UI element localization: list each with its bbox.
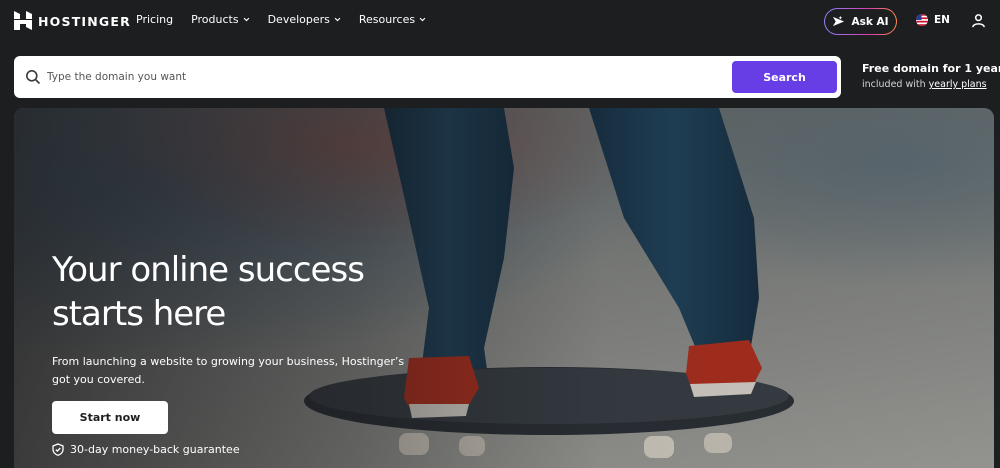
money-back-guarantee: 30-day money-back guarantee: [52, 443, 240, 456]
menu-item-developers[interactable]: Developers: [268, 13, 341, 26]
menu-item-label: Developers: [267, 13, 330, 26]
top-navigation: HOSTINGER Pricing Products Developers Re…: [0, 0, 1000, 42]
hero-title: Your online success starts here: [52, 248, 492, 336]
guarantee-text: 30-day money-back guarantee: [70, 443, 240, 456]
promo-subtitle: included with yearly plans: [862, 79, 994, 90]
sparkle-icon: [833, 15, 845, 27]
free-domain-promo: Free domain for 1 year included with yea…: [862, 62, 1000, 90]
us-flag-icon: [916, 14, 928, 26]
ask-ai-label: Ask AI: [851, 15, 889, 28]
account-icon[interactable]: [971, 13, 986, 28]
menu-item-products[interactable]: Products: [191, 13, 250, 26]
language-label: EN: [934, 14, 950, 26]
menu-item-label: Pricing: [136, 13, 174, 26]
yearly-plans-link[interactable]: yearly plans: [929, 79, 987, 90]
hero-title-line-1: Your online success: [52, 250, 365, 290]
menu-item-label: Resources: [358, 13, 416, 26]
hero-title-line-2: starts here: [52, 294, 226, 334]
menu-item-pricing[interactable]: Pricing: [136, 13, 173, 26]
brand-name: HOSTINGER: [38, 13, 131, 29]
search-icon: [26, 70, 41, 85]
promo-title: Free domain for 1 year: [862, 62, 1000, 75]
chevron-down-icon: [243, 17, 249, 22]
shield-check-icon: [52, 443, 64, 456]
menu-item-resources[interactable]: Resources: [359, 13, 426, 26]
chevron-down-icon: [334, 17, 341, 22]
hero-banner: Your online success starts here From lau…: [14, 108, 994, 468]
ask-ai-button-inner: Ask AI: [825, 9, 896, 34]
ask-ai-button[interactable]: Ask AI: [824, 8, 897, 35]
hero-subtitle: From launching a website to growing your…: [52, 355, 405, 386]
domain-search-bar: Search: [14, 56, 841, 98]
hostinger-logo-icon: [14, 11, 32, 30]
main-menu: Pricing Products Developers Resources: [136, 13, 444, 26]
language-selector[interactable]: EN: [916, 14, 950, 26]
domain-search-input[interactable]: [47, 62, 727, 92]
search-button[interactable]: Search: [732, 61, 837, 93]
brand-logo[interactable]: HOSTINGER: [14, 11, 131, 31]
promo-sub-prefix: included with: [862, 79, 926, 90]
chevron-down-icon: [419, 17, 426, 22]
menu-item-label: Products: [191, 13, 239, 26]
start-now-button[interactable]: Start now: [52, 401, 168, 434]
